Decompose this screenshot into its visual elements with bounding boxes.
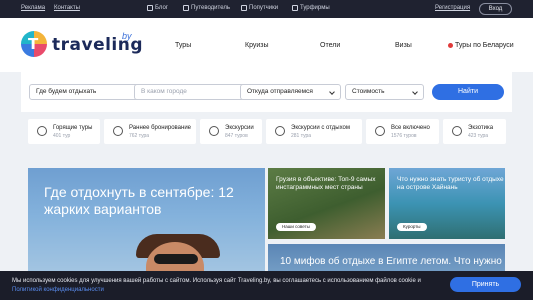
departure-select[interactable]: Откуда отправляемся — [240, 84, 341, 100]
featured-article-title: Где отдохнуть в сентябре: 12 жарких вари… — [44, 184, 234, 217]
category-label: Горящие туры — [53, 125, 93, 131]
category-early-booking[interactable]: Раннее бронирование 762 тура — [104, 119, 196, 144]
nav-belarus-tours[interactable]: Туры по Беларуси — [448, 42, 514, 49]
cookie-text: Мы используем cookies для улучшения ваше… — [12, 278, 421, 284]
destination-value: Где будем отдыхать — [36, 88, 97, 95]
chevron-down-icon — [329, 89, 335, 95]
excursion-icon — [209, 126, 219, 136]
fire-icon — [37, 126, 47, 136]
nav-belarus-label: Туры по Беларуси — [455, 42, 514, 49]
clock-icon — [113, 126, 123, 136]
category-count: 762 тура — [129, 133, 150, 139]
blog-icon — [147, 5, 153, 11]
blog-link[interactable]: Блог — [147, 5, 168, 11]
cookie-banner: Мы используем cookies для улучшения ваше… — [0, 271, 533, 300]
article-card-hainan[interactable]: Что нужно знать туристу об отдыхе на ост… — [389, 168, 505, 239]
palm-icon — [452, 126, 462, 136]
city-select[interactable]: В каком городе — [134, 84, 256, 100]
belarus-flag-icon — [448, 42, 453, 48]
privacy-policy-link[interactable]: Политикой конфиденциальности — [12, 287, 104, 293]
logo-icon[interactable]: T — [21, 31, 47, 57]
agencies-label: Турфирмы — [300, 5, 330, 11]
nav-visas[interactable]: Визы — [395, 42, 412, 49]
category-label: Экскурсии — [225, 125, 254, 131]
top-bar: Реклама Контакты Блог Путеводитель Попут… — [0, 0, 533, 18]
category-excursions-rest[interactable]: Экскурсии с отдыхом 281 тура — [266, 119, 362, 144]
agencies-icon — [292, 5, 298, 11]
nav-tours[interactable]: Туры — [175, 42, 191, 49]
bus-icon — [275, 126, 285, 136]
cocktail-icon — [375, 126, 385, 136]
departure-value: Откуда отправляемся — [247, 88, 313, 95]
contacts-link[interactable]: Контакты — [54, 5, 80, 11]
companions-icon — [241, 5, 247, 11]
agencies-link[interactable]: Турфирмы — [292, 5, 330, 11]
destination-select[interactable]: Где будем отдыхать — [29, 84, 151, 100]
article-card-georgia[interactable]: Грузия в объективе: Топ-9 самых инстагра… — [268, 168, 385, 239]
category-label: Раннее бронирование — [129, 125, 192, 131]
price-value: Стоимость — [352, 88, 385, 95]
site-header: T traveling by Туры Круизы Отели Визы Ту… — [0, 18, 533, 72]
category-hot-tours[interactable]: Горящие туры 401 тур — [28, 119, 100, 144]
category-label: Экзотика — [468, 125, 494, 131]
article-title: Грузия в объективе: Топ-9 самых инстагра… — [276, 176, 376, 191]
featured-article-card[interactable]: Где отдохнуть в сентябре: 12 жарких вари… — [28, 168, 265, 276]
register-link[interactable]: Регистрация — [435, 5, 470, 11]
guide-label: Путеводитель — [191, 5, 230, 11]
category-label: Экскурсии с отдыхом — [291, 125, 350, 131]
ads-link[interactable]: Реклама — [21, 5, 45, 11]
article-title: 10 мифов об отдыхе в Египте летом. Что н… — [280, 256, 502, 267]
category-count: 401 тур — [53, 133, 71, 139]
nav-hotels[interactable]: Отели — [320, 42, 340, 49]
logo-suffix: by — [122, 31, 132, 41]
article-tag[interactable]: Наши советы — [276, 223, 316, 231]
category-exotic[interactable]: Экзотика 423 тура — [443, 119, 506, 144]
companions-label: Попутчики — [249, 5, 279, 11]
category-count: 423 тура — [468, 133, 489, 139]
guide-icon — [183, 5, 189, 11]
category-tiles: Горящие туры 401 тур Раннее бронирование… — [28, 119, 506, 144]
category-label: Все включено — [391, 125, 430, 131]
nav-cruises[interactable]: Круизы — [245, 42, 269, 49]
blog-label: Блог — [155, 5, 168, 11]
guide-link[interactable]: Путеводитель — [183, 5, 230, 11]
category-count: 1576 туров — [391, 133, 417, 139]
chevron-down-icon — [412, 89, 418, 95]
accept-cookies-button[interactable]: Принять — [450, 277, 521, 292]
price-select[interactable]: Стоимость — [345, 84, 424, 100]
category-count: 847 туров — [225, 133, 248, 139]
article-tag[interactable]: Курорты — [397, 223, 427, 231]
category-excursions[interactable]: Экскурсии 847 туров — [200, 119, 262, 144]
find-button[interactable]: Найти — [432, 84, 504, 100]
article-photo-glasses — [154, 254, 198, 264]
category-all-inclusive[interactable]: Все включено 1576 туров — [366, 119, 439, 144]
city-placeholder: В каком городе — [141, 88, 187, 95]
tour-search-panel: Где будем отдыхать В каком городе Откуда… — [21, 72, 512, 112]
article-title: Что нужно знать туристу об отдыхе на ост… — [397, 176, 504, 191]
login-button[interactable]: Вход — [479, 3, 512, 15]
companions-link[interactable]: Попутчики — [241, 5, 278, 11]
logo-letter: T — [28, 35, 39, 53]
category-count: 281 тура — [291, 133, 312, 139]
